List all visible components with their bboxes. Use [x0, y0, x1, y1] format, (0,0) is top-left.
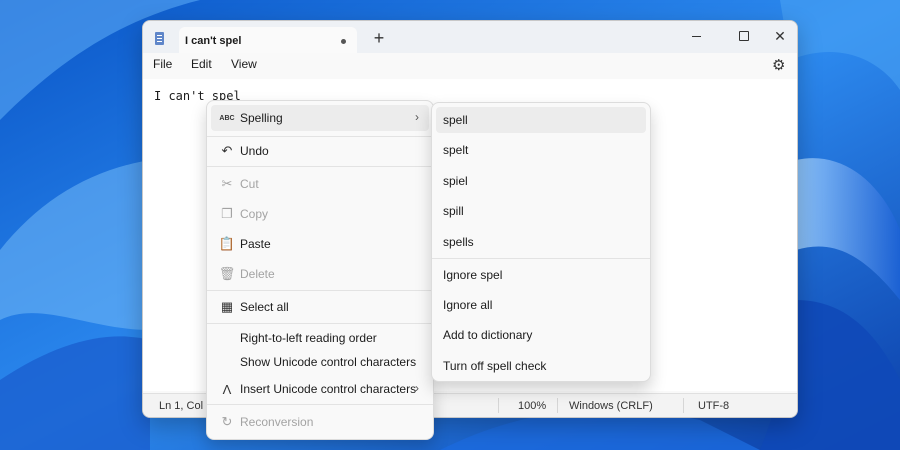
menu-item-delete[interactable]: 🗑 Delete: [211, 261, 429, 287]
suggestion-label: spiel: [443, 174, 468, 188]
suggestion-label: spelt: [443, 143, 469, 157]
suggestion-item[interactable]: spiel: [436, 168, 646, 194]
menu-item-label: Right-to-left reading order: [240, 331, 377, 345]
menu-item-label: Ignore all: [443, 298, 493, 312]
copy-icon: ❐: [221, 206, 233, 221]
spelling-submenu: spell spelt spiel spill spells Ignore sp…: [431, 102, 651, 382]
reconversion-icon: ↻: [221, 414, 233, 429]
menu-item-undo[interactable]: ↶ Undo: [211, 138, 429, 164]
zoom-level: 100%: [518, 400, 547, 412]
menu-item-turn-off-spell-check[interactable]: Turn off spell check: [436, 353, 646, 379]
menu-item-ignore-word[interactable]: Ignore spel: [436, 262, 646, 288]
menu-item-paste[interactable]: 📋 Paste: [211, 231, 429, 257]
close-icon: ✕: [774, 27, 786, 44]
minimize-icon: [691, 35, 701, 37]
unsaved-indicator-icon[interactable]: [341, 39, 346, 44]
document-tab[interactable]: I can't spel: [179, 27, 357, 53]
maximize-icon: [739, 31, 749, 41]
menu-item-rtl[interactable]: Right-to-left reading order: [211, 325, 429, 351]
status-divider: [683, 398, 684, 413]
status-divider: [557, 398, 558, 413]
menu-item-label: Copy: [240, 207, 269, 221]
spellcheck-icon-glyph: ABC: [219, 114, 235, 122]
menu-divider: [432, 258, 650, 259]
menu-divider: [207, 136, 433, 137]
menu-item-label: Ignore spel: [443, 268, 503, 282]
suggestion-label: spill: [443, 204, 464, 218]
maximize-button[interactable]: [727, 21, 761, 51]
menu-item-label: Add to dictionary: [443, 328, 533, 342]
encoding: UTF-8: [698, 400, 730, 412]
menu-item-cut[interactable]: ✂ Cut: [211, 171, 429, 197]
tab-title: I can't spel: [185, 35, 242, 47]
context-menu: ABC Spelling › ↶ Undo ✂ Cut ❐ Copy 📋 Pas…: [206, 100, 434, 440]
menu-item-copy[interactable]: ❐ Copy: [211, 201, 429, 227]
minimize-button[interactable]: [679, 21, 713, 51]
notepad-icon: [155, 32, 164, 45]
menu-item-label: Show Unicode control characters: [240, 355, 417, 369]
status-divider: [498, 398, 499, 413]
menu-item-label: Spelling: [240, 111, 283, 125]
title-bar: I can't spel + ✕: [143, 21, 797, 53]
cursor-position: Ln 1, Col 9: [159, 400, 213, 412]
menu-item-spelling[interactable]: ABC Spelling ›: [211, 105, 429, 131]
cut-icon: ✂: [221, 176, 233, 191]
menu-divider: [207, 290, 433, 291]
chevron-right-icon: ›: [415, 381, 419, 395]
suggestion-label: spell: [443, 113, 468, 127]
menu-divider: [207, 166, 433, 167]
suggestion-item[interactable]: spells: [436, 229, 646, 255]
undo-icon: ↶: [221, 143, 233, 158]
menu-divider: [207, 323, 433, 324]
menu-item-label: Turn off spell check: [443, 359, 547, 373]
menu-item-label: Undo: [240, 144, 269, 158]
suggestion-item[interactable]: spill: [436, 198, 646, 224]
menu-edit[interactable]: Edit: [191, 57, 212, 71]
line-ending: Windows (CRLF): [569, 400, 653, 412]
gear-icon[interactable]: ⚙: [772, 56, 785, 74]
new-tab-button[interactable]: +: [367, 27, 391, 49]
select-all-icon: ▦: [220, 299, 234, 314]
menu-item-label: Reconversion: [240, 415, 314, 429]
paste-icon: 📋: [218, 236, 236, 251]
spellcheck-icon: ABC: [219, 110, 235, 126]
menu-item-insert-unicode[interactable]: Λ Insert Unicode control characters ›: [211, 376, 429, 402]
menu-item-ignore-all[interactable]: Ignore all: [436, 292, 646, 318]
menu-item-show-unicode[interactable]: Show Unicode control characters: [211, 349, 429, 375]
close-button[interactable]: ✕: [763, 21, 797, 51]
menu-item-label: Delete: [240, 267, 275, 281]
menu-item-select-all[interactable]: ▦ Select all: [211, 294, 429, 320]
suggestion-item[interactable]: spelt: [436, 137, 646, 163]
menu-divider: [207, 404, 433, 405]
chevron-right-icon: ›: [415, 110, 419, 124]
menu-view[interactable]: View: [231, 57, 257, 71]
delete-icon: 🗑: [218, 266, 236, 281]
menu-item-label: Paste: [240, 237, 271, 251]
suggestion-label: spells: [443, 235, 474, 249]
menu-bar: File Edit View ⚙: [143, 53, 797, 79]
menu-item-reconversion[interactable]: ↻ Reconversion: [211, 409, 429, 435]
menu-item-label: Insert Unicode control characters: [240, 382, 417, 396]
menu-item-label: Cut: [240, 177, 259, 191]
menu-item-add-to-dictionary[interactable]: Add to dictionary: [436, 322, 646, 348]
menu-item-label: Select all: [240, 300, 289, 314]
menu-file[interactable]: File: [153, 57, 172, 71]
insert-unicode-icon: Λ: [222, 381, 232, 397]
editor-text: I can't: [154, 89, 212, 103]
suggestion-item[interactable]: spell: [436, 107, 646, 133]
